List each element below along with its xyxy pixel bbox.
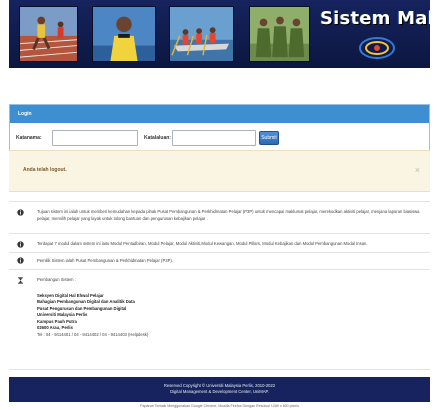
system-title: Sistem Maklumat	[320, 8, 430, 29]
info-circle-icon	[15, 257, 25, 267]
developer-phone: Tel : 04 - 9414401 / 04 - 9414402 / 04 -…	[37, 331, 149, 337]
hourglass-icon	[15, 277, 25, 287]
login-header: Login	[10, 105, 429, 123]
submit-button[interactable]: Submit	[259, 131, 279, 145]
info-text: Tujuan sistem ini ialah untuk memberi ke…	[37, 209, 420, 221]
developer-heading: Pembangun Sistem :	[37, 277, 76, 282]
unimap-logo-icon	[359, 37, 395, 59]
password-label: Katalaluan:	[144, 135, 171, 141]
logout-alert: Anda telah logout. ×	[9, 150, 430, 192]
info-circle-icon	[15, 209, 25, 219]
info-text: Terdapat 7 modul dalam sistem ini iaitu …	[37, 241, 368, 246]
rowing-team-photo	[169, 6, 234, 62]
password-input[interactable]	[172, 130, 256, 146]
cadets-photo	[249, 6, 310, 62]
close-icon[interactable]: ×	[415, 165, 420, 175]
info-item-developer: Pembangun Sistem : Seksyen Digital Hal E…	[9, 269, 430, 370]
browser-note: Paparan Terbaik Menggunakan Google Chrom…	[140, 404, 299, 408]
username-label: Katanama:	[16, 135, 42, 141]
footer-center-text: Digital Management & Development Center,…	[170, 389, 269, 394]
info-text: Pemilik Sistem ialah Pusat Pembangunan &…	[37, 258, 173, 263]
header-banner: Sistem Maklumat	[9, 0, 430, 68]
info-item-owner: Pemilik Sistem ialah Pusat Pembangunan &…	[9, 252, 430, 269]
info-item-modules: Terdapat 7 modul dalam sistem ini iaitu …	[9, 233, 430, 252]
athlete-portrait-photo	[92, 6, 156, 62]
info-circle-icon	[15, 241, 25, 251]
username-input[interactable]	[52, 130, 138, 146]
info-item-purpose: Tujuan sistem ini ialah untuk memberi ke…	[9, 201, 430, 233]
alert-message: Anda telah logout.	[23, 167, 67, 173]
running-track-photo	[19, 6, 78, 62]
footer: Reserved Copyright © Universiti Malaysia…	[9, 377, 430, 402]
